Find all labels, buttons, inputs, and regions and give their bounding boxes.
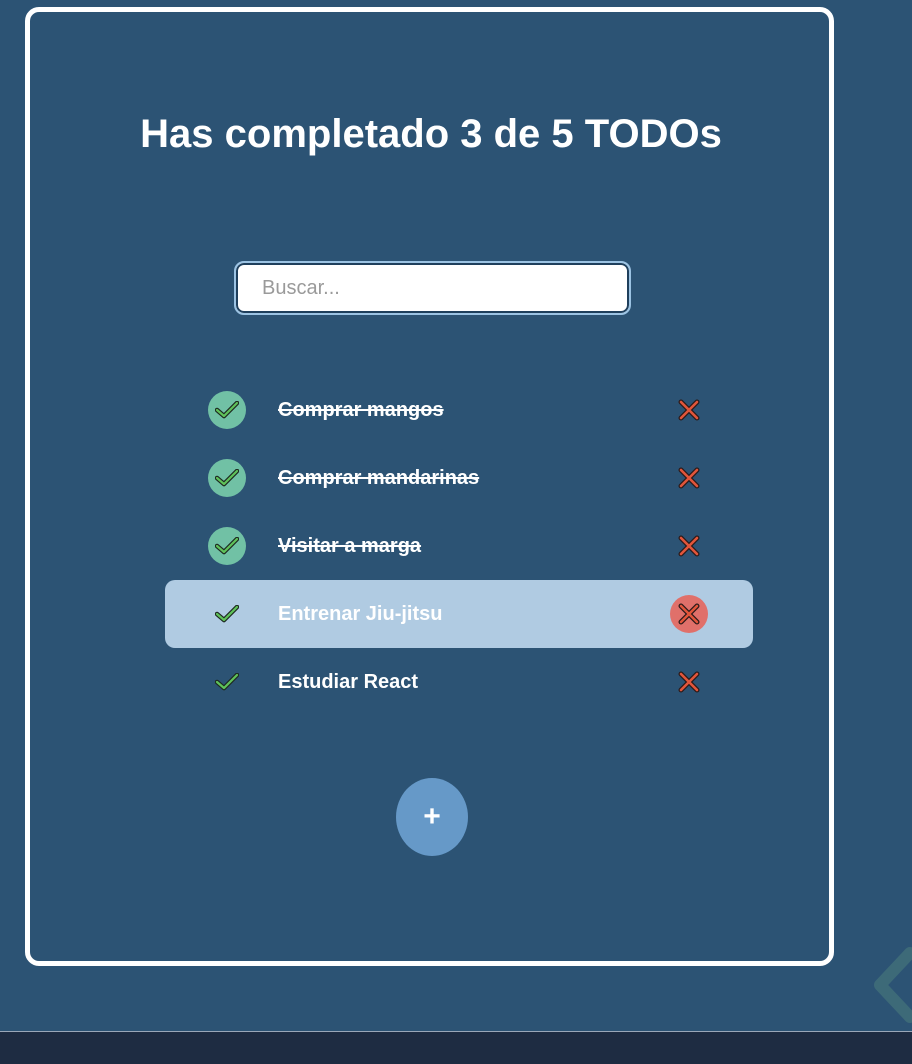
search-input[interactable] — [234, 261, 631, 315]
todo-text: Entrenar Jiu-jitsu — [278, 603, 443, 625]
todo-text: Comprar mangos — [278, 399, 444, 421]
check-icon[interactable] — [208, 595, 246, 633]
todo-item: Estudiar React — [165, 648, 753, 716]
footer-bar — [0, 1031, 912, 1064]
page-title: Has completado 3 de 5 TODOs — [140, 112, 722, 156]
delete-icon[interactable] — [670, 595, 708, 633]
page: Has completado 3 de 5 TODOs Comprar mang… — [0, 0, 912, 1064]
todo-item: Comprar mandarinas — [165, 444, 753, 512]
todo-item: Entrenar Jiu-jitsu — [165, 580, 753, 648]
todo-item: Visitar a marga — [165, 512, 753, 580]
delete-icon[interactable] — [670, 391, 708, 429]
todo-item: Comprar mangos — [165, 376, 753, 444]
add-todo-button[interactable]: + — [396, 778, 468, 856]
check-icon[interactable] — [208, 663, 246, 701]
delete-icon[interactable] — [670, 459, 708, 497]
check-icon[interactable] — [208, 527, 246, 565]
todo-text: Comprar mandarinas — [278, 467, 480, 489]
todo-list: Comprar mangos Comprar mandarinas Visita… — [165, 376, 753, 716]
chevron-left-icon — [860, 935, 912, 1030]
delete-icon[interactable] — [670, 663, 708, 701]
todo-text: Estudiar React — [278, 671, 419, 693]
check-icon[interactable] — [208, 459, 246, 497]
delete-icon[interactable] — [670, 527, 708, 565]
check-icon[interactable] — [208, 391, 246, 429]
todo-text: Visitar a marga — [278, 535, 422, 557]
